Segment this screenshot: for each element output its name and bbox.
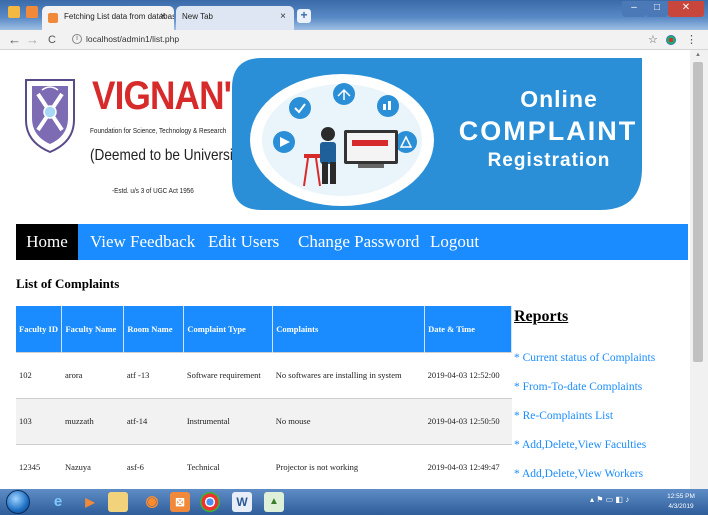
nav-change-password[interactable]: Change Password bbox=[286, 224, 431, 260]
browser-profile-icon[interactable] bbox=[8, 6, 20, 18]
column-header: Room Name bbox=[123, 306, 185, 352]
image-viewer-icon[interactable]: ▲ bbox=[264, 492, 284, 512]
table-cell: Nazuya bbox=[61, 443, 124, 489]
banner-registration-text: Registration bbox=[487, 150, 611, 171]
bookmark-star-icon[interactable]: ☆ bbox=[648, 33, 658, 46]
tab-favicon-icon bbox=[48, 13, 58, 23]
media-player-icon[interactable]: ▶ bbox=[76, 492, 104, 512]
tab-close-icon[interactable]: × bbox=[280, 11, 286, 22]
clock-date: 4/3/2019 bbox=[668, 503, 694, 510]
banner-online-text: Online bbox=[520, 86, 598, 112]
table-cell: 2019-04-03 12:50:50 bbox=[424, 397, 512, 444]
table-row: 12345 Nazuya asf-6 Technical Projector i… bbox=[16, 443, 512, 489]
list-title: List of Complaints bbox=[16, 276, 120, 291]
windows-taskbar: e ▶ ◉ ⊠ W ▲ ▴ ⚑ ▭ ◧ ♪ 12:55 PM 4/3/2019 bbox=[0, 489, 708, 515]
deemed-university-text: (Deemed to be University) bbox=[90, 147, 248, 164]
taskbar-clock[interactable]: 12:55 PM 4/3/2019 bbox=[658, 492, 704, 512]
word-icon[interactable]: W bbox=[232, 492, 252, 512]
main-nav: Home View Feedback Edit Users Change Pas… bbox=[16, 224, 688, 260]
forward-icon[interactable]: → bbox=[26, 32, 39, 48]
table-cell: arora bbox=[61, 351, 124, 398]
vignan-logo-icon bbox=[25, 79, 75, 154]
table-row: 103 muzzath atf-14 Instrumental No mouse… bbox=[16, 397, 512, 444]
table-cell: No mouse bbox=[272, 397, 425, 444]
table-cell: 103 bbox=[16, 397, 62, 444]
window-controls: – □ ✕ bbox=[622, 1, 704, 17]
file-explorer-icon[interactable] bbox=[108, 492, 128, 512]
clock-time: 12:55 PM bbox=[667, 493, 695, 500]
firefox-icon[interactable]: ◉ bbox=[138, 492, 166, 512]
back-icon[interactable]: ← bbox=[8, 32, 21, 48]
brand-subtitle: Foundation for Science, Technology & Res… bbox=[90, 126, 227, 135]
address-bar[interactable]: localhost/admin1/list.php bbox=[86, 34, 179, 44]
table-cell: Instrumental bbox=[183, 397, 273, 444]
maximize-icon[interactable]: □ bbox=[646, 1, 668, 17]
close-window-icon[interactable]: ✕ bbox=[668, 1, 704, 17]
column-header: Faculty Name bbox=[61, 306, 125, 352]
browser-toolbar: ← → C i localhost/admin1/list.php ☆ ⋮ bbox=[0, 30, 708, 50]
extension-icon[interactable] bbox=[666, 35, 676, 45]
table-cell: Software requirement bbox=[183, 351, 273, 398]
tab-fetching-list[interactable]: Fetching List data from database × bbox=[42, 6, 174, 30]
scroll-up-icon[interactable]: ▲ bbox=[695, 52, 701, 58]
established-text: -Estd. u/s 3 of UGC Act 1956 bbox=[112, 186, 194, 195]
table-cell: Technical bbox=[183, 443, 273, 489]
tab-close-icon[interactable]: × bbox=[160, 11, 166, 22]
chrome-icon[interactable] bbox=[200, 492, 220, 512]
table-cell: 2019-04-03 12:49:47 bbox=[424, 443, 512, 489]
xampp-icon[interactable]: ⊠ bbox=[170, 492, 190, 512]
scrollbar-thumb[interactable] bbox=[693, 62, 703, 362]
start-button-icon[interactable] bbox=[6, 490, 30, 514]
table-cell: 102 bbox=[16, 351, 62, 398]
new-tab-button[interactable]: + bbox=[297, 9, 311, 23]
table-header-row: Faculty ID Faculty Name Room Name Compla… bbox=[16, 306, 512, 352]
tab-title: Fetching List data from database bbox=[64, 12, 174, 21]
table-cell: No softwares are installing in system bbox=[272, 351, 425, 398]
reload-icon[interactable]: C bbox=[48, 32, 56, 48]
table-cell: muzzath bbox=[61, 397, 124, 444]
reports-title: Reports bbox=[514, 308, 569, 325]
minimize-icon[interactable]: – bbox=[622, 1, 646, 17]
table-cell: 12345 bbox=[16, 443, 62, 489]
nav-logout[interactable]: Logout bbox=[418, 224, 491, 260]
pinned-tab-icon[interactable] bbox=[26, 6, 38, 18]
tab-new-tab[interactable]: New Tab × bbox=[176, 6, 294, 30]
banner-complaint-text: COMPLAINT bbox=[458, 116, 638, 146]
report-current-status-link[interactable]: * Current status of Complaints bbox=[514, 352, 655, 364]
table-cell: Projector is not working bbox=[272, 443, 425, 489]
report-faculties-link[interactable]: * Add,Delete,View Faculties bbox=[514, 439, 646, 451]
browser-titlebar: Fetching List data from database × New T… bbox=[0, 0, 708, 30]
column-header: Complaint Type bbox=[183, 306, 274, 352]
nav-edit-users[interactable]: Edit Users bbox=[196, 224, 291, 260]
nav-home[interactable]: Home bbox=[16, 224, 78, 260]
brand-name: VIGNAN'S bbox=[92, 74, 255, 118]
browser-menu-icon[interactable]: ⋮ bbox=[686, 33, 697, 46]
column-header: Date & Time bbox=[424, 306, 512, 352]
tab-title: New Tab bbox=[182, 12, 213, 21]
report-from-to-date-link[interactable]: * From-To-date Complaints bbox=[514, 381, 642, 393]
info-icon[interactable]: i bbox=[72, 34, 82, 44]
system-tray[interactable]: ▴ ⚑ ▭ ◧ ♪ bbox=[590, 495, 629, 504]
complaints-table: Faculty ID Faculty Name Room Name Compla… bbox=[16, 306, 512, 489]
table-row: 102 arora atf -13 Software requirement N… bbox=[16, 351, 512, 398]
column-header: Faculty ID bbox=[16, 306, 63, 352]
column-header: Complaints bbox=[272, 306, 426, 352]
table-cell: atf -13 bbox=[123, 351, 184, 398]
table-cell: 2019-04-03 12:52:00 bbox=[424, 351, 512, 398]
report-workers-link[interactable]: * Add,Delete,View Workers bbox=[514, 468, 643, 480]
page-scrollbar[interactable]: ▲ bbox=[690, 50, 708, 489]
nav-view-feedback[interactable]: View Feedback bbox=[78, 224, 207, 260]
report-re-complaints-link[interactable]: * Re-Complaints List bbox=[514, 410, 613, 422]
table-cell: asf-6 bbox=[123, 443, 184, 489]
internet-explorer-icon[interactable]: e bbox=[44, 492, 72, 512]
table-cell: atf-14 bbox=[123, 397, 184, 444]
page-content: VIGNAN'S Foundation for Science, Technol… bbox=[0, 50, 690, 489]
